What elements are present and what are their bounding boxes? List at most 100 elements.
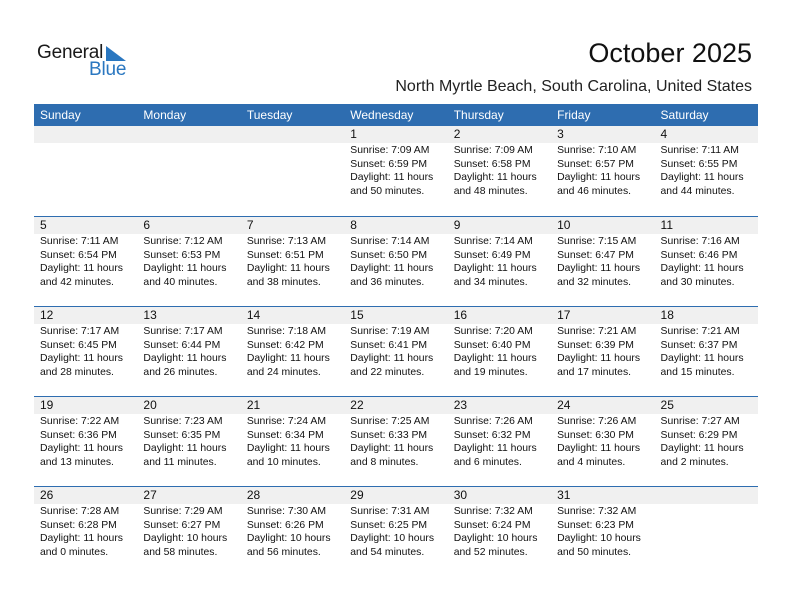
daylight-text: Daylight: 11 hours bbox=[143, 263, 227, 274]
minutes-text: and 34 minutes. bbox=[453, 276, 528, 288]
triangle-flag-icon bbox=[106, 46, 126, 61]
day-cell: Sunrise: 7:19 AM Sunset: 6:41 PM Daylight:… bbox=[344, 324, 447, 379]
daylight-text: Daylight: 11 hours bbox=[143, 443, 227, 454]
sunset-text: Sunset: 6:42 PM bbox=[246, 339, 324, 351]
day-number bbox=[137, 126, 240, 143]
day-cell: Sunrise: 7:24 AM Sunset: 6:34 PM Daylight:… bbox=[241, 414, 344, 469]
day-info-row: Sunrise: 7:28 AM Sunset: 6:28 PM Daylight:… bbox=[34, 504, 758, 559]
sunrise-text: Sunrise: 7:11 AM bbox=[660, 145, 739, 156]
day-cell bbox=[34, 143, 137, 198]
sunset-text: Sunset: 6:54 PM bbox=[40, 249, 117, 261]
logo: General Blue bbox=[37, 42, 137, 82]
minutes-text: and 46 minutes. bbox=[557, 185, 632, 197]
minutes-text: and 6 minutes. bbox=[453, 456, 522, 468]
day-number: 2 bbox=[453, 127, 461, 141]
weekday-header-cell: Friday bbox=[557, 108, 591, 122]
day-cell: Sunrise: 7:32 AM Sunset: 6:24 PM Daylight:… bbox=[448, 504, 551, 559]
day-cell: Sunrise: 7:17 AM Sunset: 6:45 PM Daylight:… bbox=[34, 324, 137, 379]
sunset-text: Sunset: 6:51 PM bbox=[246, 249, 324, 261]
weekday-header-cell: Wednesday bbox=[350, 108, 414, 122]
day-cell: Sunrise: 7:14 AM Sunset: 6:49 PM Daylight:… bbox=[448, 234, 551, 289]
sunset-text: Sunset: 6:53 PM bbox=[143, 249, 221, 261]
minutes-text: and 40 minutes. bbox=[143, 276, 218, 288]
day-number: 20 bbox=[143, 398, 157, 412]
sunrise-text: Sunrise: 7:16 AM bbox=[660, 236, 740, 247]
sunrise-text: Sunrise: 7:21 AM bbox=[557, 326, 637, 337]
minutes-text: and 24 minutes. bbox=[246, 366, 321, 378]
sunrise-text: Sunrise: 7:14 AM bbox=[350, 236, 430, 247]
daylight-text: Daylight: 11 hours bbox=[453, 353, 537, 364]
location-subtitle: North Myrtle Beach, South Carolina, Unit… bbox=[395, 78, 752, 95]
day-cell bbox=[241, 143, 344, 198]
day-cell: Sunrise: 7:23 AM Sunset: 6:35 PM Daylight:… bbox=[137, 414, 240, 469]
day-number: 5 bbox=[40, 218, 47, 232]
sunrise-text: Sunrise: 7:13 AM bbox=[246, 236, 326, 247]
daylight-text: Daylight: 11 hours bbox=[350, 443, 434, 454]
daylight-text: Daylight: 11 hours bbox=[453, 172, 537, 183]
week-row: 1 2 3 4 Sunrise: 7:09 AM Sunset: 6:59 PM Dayli… bbox=[34, 126, 758, 216]
day-info-row: Sunrise: 7:17 AM Sunset: 6:45 PM Daylight:… bbox=[34, 324, 758, 379]
sunset-text: Sunset: 6:57 PM bbox=[557, 158, 634, 170]
page-title: October 2025 bbox=[588, 38, 752, 68]
daylight-text: Daylight: 11 hours bbox=[660, 353, 744, 364]
sunrise-text: Sunrise: 7:24 AM bbox=[246, 416, 326, 427]
sunset-text: Sunset: 6:45 PM bbox=[40, 339, 117, 351]
date-number-row: 12 13 14 15 16 17 18 bbox=[34, 307, 758, 324]
week-row: 19 20 21 22 23 24 25 Sunrise: 7:22 AM Sunset: 6:… bbox=[34, 396, 758, 486]
sunrise-text: Sunrise: 7:17 AM bbox=[40, 326, 120, 337]
minutes-text: and 30 minutes. bbox=[660, 276, 735, 288]
day-cell: Sunrise: 7:11 AM Sunset: 6:55 PM Daylight:… bbox=[655, 143, 758, 198]
sunrise-text: Sunrise: 7:15 AM bbox=[557, 236, 637, 247]
minutes-text: and 10 minutes. bbox=[246, 456, 321, 468]
minutes-text: and 32 minutes. bbox=[557, 276, 632, 288]
minutes-text: and 26 minutes. bbox=[143, 366, 218, 378]
day-cell: Sunrise: 7:20 AM Sunset: 6:40 PM Daylight:… bbox=[448, 324, 551, 379]
daylight-text: Daylight: 10 hours bbox=[453, 533, 538, 544]
day-cell: Sunrise: 7:26 AM Sunset: 6:30 PM Daylight:… bbox=[551, 414, 654, 469]
sunset-text: Sunset: 6:29 PM bbox=[660, 429, 738, 441]
sunrise-text: Sunrise: 7:12 AM bbox=[143, 236, 223, 247]
day-number: 3 bbox=[557, 127, 564, 141]
day-cell: Sunrise: 7:22 AM Sunset: 6:36 PM Daylight:… bbox=[34, 414, 137, 469]
day-number: 17 bbox=[557, 308, 571, 322]
minutes-text: and 17 minutes. bbox=[557, 366, 632, 378]
daylight-text: Daylight: 11 hours bbox=[453, 443, 537, 454]
day-cell: Sunrise: 7:18 AM Sunset: 6:42 PM Daylight:… bbox=[241, 324, 344, 379]
sunset-text: Sunset: 6:35 PM bbox=[143, 429, 221, 441]
day-number: 12 bbox=[40, 308, 54, 322]
day-number: 7 bbox=[246, 218, 254, 232]
sunrise-text: Sunrise: 7:28 AM bbox=[40, 506, 120, 517]
day-cell: Sunrise: 7:21 AM Sunset: 6:39 PM Daylight:… bbox=[551, 324, 654, 379]
day-number: 11 bbox=[660, 218, 673, 232]
daylight-text: Daylight: 11 hours bbox=[246, 263, 330, 274]
week-row: 5 6 7 8 9 10 11 Sunrise: 7:11 AM Sunset: 6:54 PM… bbox=[34, 216, 758, 306]
sunrise-text: Sunrise: 7:18 AM bbox=[246, 326, 326, 337]
minutes-text: and 4 minutes. bbox=[557, 456, 626, 468]
daylight-text: Daylight: 11 hours bbox=[246, 443, 330, 454]
sunset-text: Sunset: 6:41 PM bbox=[350, 339, 428, 351]
day-number: 14 bbox=[246, 308, 261, 322]
minutes-text: and 50 minutes. bbox=[557, 546, 632, 558]
day-number bbox=[241, 126, 344, 143]
day-cell bbox=[137, 143, 240, 198]
daylight-text: Daylight: 11 hours bbox=[40, 353, 123, 364]
sunrise-text: Sunrise: 7:19 AM bbox=[350, 326, 430, 337]
minutes-text: and 15 minutes. bbox=[660, 366, 735, 378]
sunset-text: Sunset: 6:34 PM bbox=[246, 429, 324, 441]
daylight-text: Daylight: 11 hours bbox=[453, 263, 537, 274]
minutes-text: and 58 minutes. bbox=[143, 546, 218, 558]
sunrise-text: Sunrise: 7:26 AM bbox=[453, 416, 533, 427]
day-info-row: Sunrise: 7:22 AM Sunset: 6:36 PM Daylight:… bbox=[34, 414, 758, 469]
date-number-row: 19 20 21 22 23 24 25 bbox=[34, 397, 758, 414]
minutes-text: and 36 minutes. bbox=[350, 276, 425, 288]
sunset-text: Sunset: 6:30 PM bbox=[557, 429, 634, 441]
minutes-text: and 28 minutes. bbox=[40, 366, 114, 378]
daylight-text: Daylight: 11 hours bbox=[40, 443, 123, 454]
sunset-text: Sunset: 6:36 PM bbox=[40, 429, 117, 441]
daylight-text: Daylight: 11 hours bbox=[143, 353, 227, 364]
day-number: 4 bbox=[660, 127, 668, 141]
day-number: 10 bbox=[557, 218, 571, 232]
minutes-text: and 22 minutes. bbox=[350, 366, 425, 378]
sunrise-text: Sunrise: 7:26 AM bbox=[557, 416, 637, 427]
day-number: 19 bbox=[40, 398, 54, 412]
